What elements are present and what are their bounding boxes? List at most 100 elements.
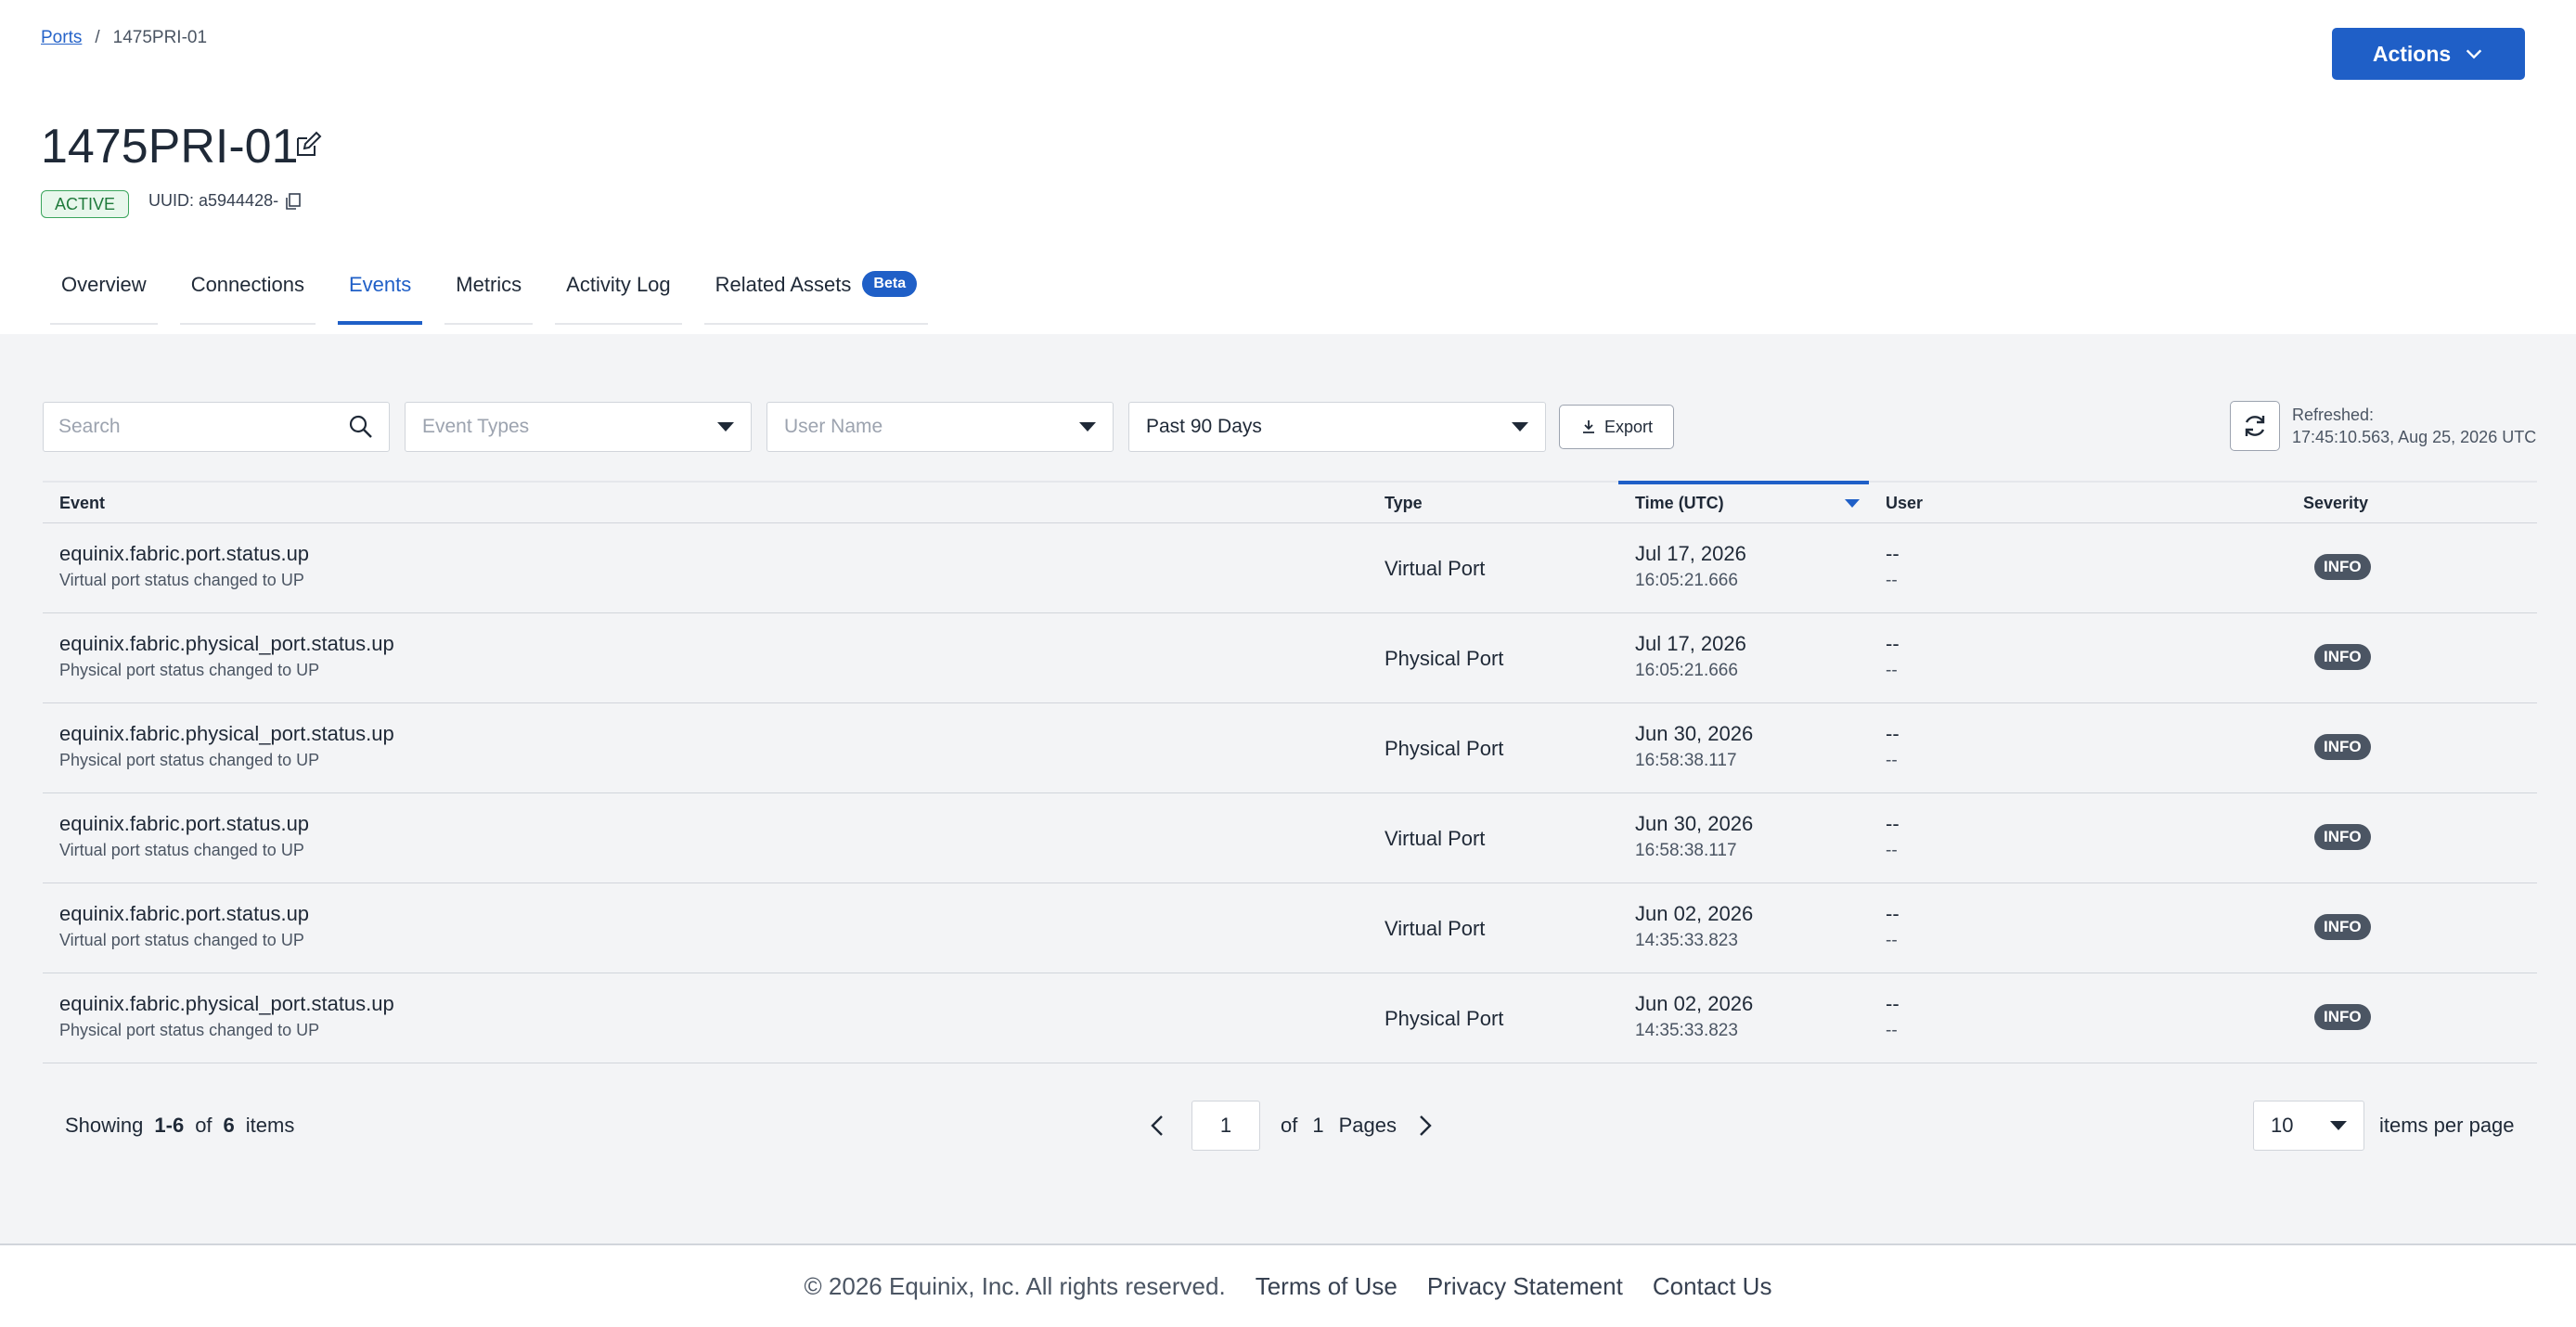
tab-connections[interactable]: Connections	[179, 251, 316, 325]
table-row[interactable]: equinix.fabric.port.status.up Virtual po…	[43, 523, 2537, 613]
event-types-dropdown[interactable]: Event Types	[405, 402, 752, 452]
column-header-type[interactable]: Type	[1385, 494, 1423, 513]
user-name-dropdown[interactable]: User Name	[766, 402, 1114, 452]
pager: 1 of 1 Pages	[1145, 1101, 1437, 1151]
actions-label: Actions	[2372, 41, 2452, 66]
event-time: 16:58:38.117	[1635, 751, 1737, 770]
breadcrumb-current: 1475PRI-01	[112, 28, 208, 47]
export-button[interactable]: Export	[1559, 405, 1674, 449]
tab-related-assets[interactable]: Related Assets Beta	[703, 251, 929, 325]
actions-button[interactable]: Actions	[2332, 28, 2525, 80]
event-time: 16:58:38.117	[1635, 841, 1737, 860]
event-user: --	[1886, 992, 1900, 1015]
contact-link[interactable]: Contact Us	[1653, 1272, 1772, 1301]
event-name: equinix.fabric.physical_port.status.up	[59, 632, 394, 655]
column-header-user[interactable]: User	[1886, 494, 1923, 513]
column-header-time[interactable]: Time (UTC)	[1635, 494, 1724, 513]
breadcrumb-ports-link[interactable]: Ports	[41, 28, 82, 48]
event-name: equinix.fabric.port.status.up	[59, 902, 310, 925]
event-description: Physical port status changed to UP	[59, 1021, 320, 1039]
items-per-page-select[interactable]: 10	[2253, 1101, 2364, 1151]
severity-badge: INFO	[2314, 554, 2371, 580]
footer-copyright: © 2026 Equinix, Inc. All rights reserved…	[804, 1271, 1226, 1300]
tab-label: Metrics	[456, 273, 522, 296]
items-per-page: 10 items per page	[2253, 1101, 2515, 1151]
search-placeholder: Search	[58, 416, 121, 437]
user-name-placeholder: User Name	[784, 416, 883, 437]
event-description: Virtual port status changed to UP	[59, 841, 304, 859]
event-name: equinix.fabric.port.status.up	[59, 542, 310, 565]
chevron-left-icon[interactable]	[1145, 1113, 1171, 1139]
event-user-sub: --	[1886, 751, 1898, 770]
event-type: Physical Port	[1385, 1007, 1504, 1030]
edit-icon[interactable]	[293, 130, 323, 160]
sort-desc-icon[interactable]	[1845, 499, 1860, 508]
table-row[interactable]: equinix.fabric.port.status.up Virtual po…	[43, 793, 2537, 883]
refreshed-value: 17:45:10.563, Aug 25, 2026 UTC	[2292, 428, 2537, 446]
event-time: 14:35:33.823	[1635, 1021, 1738, 1040]
search-input[interactable]: Search	[43, 402, 390, 452]
showing-total: 6	[223, 1114, 235, 1137]
event-type: Virtual Port	[1385, 827, 1486, 850]
items-per-page-value: 10	[2271, 1114, 2294, 1137]
table-row[interactable]: equinix.fabric.physical_port.status.up P…	[43, 613, 2537, 703]
breadcrumb: Ports / 1475PRI-01	[41, 28, 207, 48]
event-description: Physical port status changed to UP	[59, 751, 320, 769]
date-range-value: Past 90 Days	[1146, 416, 1262, 437]
breadcrumb-separator: /	[95, 28, 100, 47]
chevron-down-icon	[2466, 49, 2482, 59]
event-user-sub: --	[1886, 661, 1898, 680]
event-date: Jul 17, 2026	[1635, 542, 1746, 565]
tab-overview[interactable]: Overview	[50, 251, 158, 325]
refreshed-info: Refreshed: 17:45:10.563, Aug 25, 2026 UT…	[2292, 404, 2536, 448]
event-date: Jun 02, 2026	[1635, 902, 1754, 925]
severity-badge: INFO	[2314, 1004, 2371, 1030]
tab-events[interactable]: Events	[338, 251, 423, 325]
caret-down-icon	[1512, 422, 1528, 432]
tab-metrics[interactable]: Metrics	[444, 251, 534, 325]
table-header: Event Type Time (UTC) User Severity	[43, 481, 2537, 523]
showing-items: items	[245, 1114, 295, 1137]
event-user: --	[1886, 902, 1900, 925]
event-description: Virtual port status changed to UP	[59, 571, 304, 589]
table-row[interactable]: equinix.fabric.port.status.up Virtual po…	[43, 883, 2537, 973]
showing-label: Showing	[65, 1114, 144, 1137]
event-name: equinix.fabric.port.status.up	[59, 812, 310, 835]
event-name: equinix.fabric.physical_port.status.up	[59, 992, 394, 1015]
date-range-dropdown[interactable]: Past 90 Days	[1128, 402, 1546, 452]
column-header-severity[interactable]: Severity	[2303, 494, 2368, 513]
privacy-link[interactable]: Privacy Statement	[1427, 1272, 1623, 1301]
page-total: 1	[1312, 1114, 1324, 1137]
event-user-sub: --	[1886, 841, 1898, 860]
severity-badge: INFO	[2314, 734, 2371, 760]
caret-down-icon	[717, 422, 734, 432]
beta-badge: Beta	[862, 271, 918, 297]
pagination-summary: Showing 1-6 of 6 items	[65, 1114, 294, 1138]
copy-icon[interactable]	[284, 192, 303, 211]
event-type: Virtual Port	[1385, 917, 1486, 940]
severity-badge: INFO	[2314, 644, 2371, 670]
terms-link[interactable]: Terms of Use	[1256, 1272, 1397, 1301]
event-time: 16:05:21.666	[1635, 571, 1738, 590]
event-user: --	[1886, 812, 1900, 835]
items-per-page-label: items per page	[2379, 1114, 2515, 1137]
event-type: Physical Port	[1385, 737, 1504, 760]
export-label: Export	[1604, 417, 1654, 436]
event-user: --	[1886, 632, 1900, 655]
events-panel: Search Event Types User Name Past 90 Day…	[0, 334, 2576, 1188]
severity-badge: INFO	[2314, 914, 2371, 940]
page-header: Ports / 1475PRI-01 Actions 1475PRI-01 AC…	[0, 0, 2576, 334]
refresh-button[interactable]	[2230, 401, 2280, 451]
chevron-right-icon[interactable]	[1411, 1113, 1437, 1139]
tab-activity-log[interactable]: Activity Log	[555, 251, 682, 325]
table-row[interactable]: equinix.fabric.physical_port.status.up P…	[43, 973, 2537, 1063]
caret-down-icon	[2330, 1121, 2347, 1130]
column-header-event[interactable]: Event	[59, 494, 105, 513]
tab-label: Related Assets	[715, 273, 852, 296]
event-type: Virtual Port	[1385, 557, 1486, 580]
event-user: --	[1886, 542, 1900, 565]
table-row[interactable]: equinix.fabric.physical_port.status.up P…	[43, 703, 2537, 793]
page-number-input[interactable]: 1	[1191, 1101, 1260, 1151]
severity-badge: INFO	[2314, 824, 2371, 850]
event-description: Virtual port status changed to UP	[59, 931, 304, 949]
